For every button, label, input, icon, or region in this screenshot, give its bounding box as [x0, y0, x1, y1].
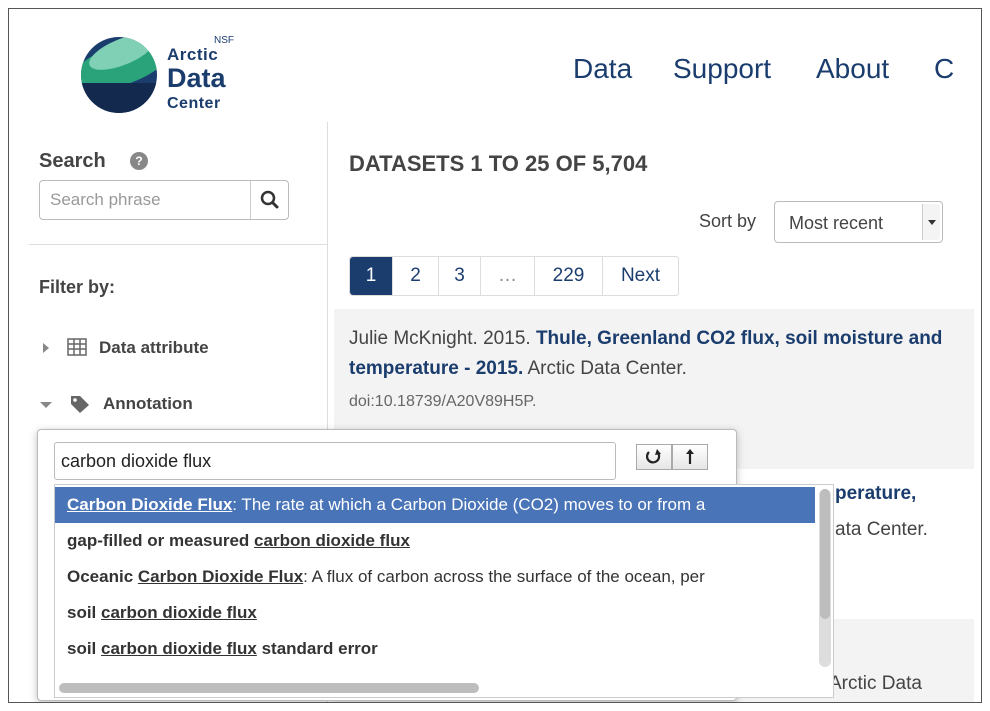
- result-2-title-fragment[interactable]: perature,: [835, 483, 916, 505]
- search-input[interactable]: [40, 181, 252, 219]
- nav-support[interactable]: Support: [673, 53, 771, 85]
- result-3-fragment: Arctic Data: [829, 673, 922, 694]
- logo-arctic-text: Arctic: [167, 45, 219, 64]
- help-icon[interactable]: ?: [130, 152, 148, 170]
- undo-button[interactable]: [636, 444, 672, 470]
- result-author: Julie McKnight. 2015.: [349, 328, 536, 349]
- nav-contact-truncated[interactable]: C: [934, 53, 954, 85]
- sidebar-divider: [29, 244, 327, 245]
- suggestion-item[interactable]: Oceanic Carbon Dioxide Flux: A flux of c…: [55, 559, 815, 595]
- page-229[interactable]: 229: [534, 257, 602, 295]
- page-2[interactable]: 2: [392, 257, 438, 295]
- suggestion-item[interactable]: soil carbon dioxide flux: [55, 595, 815, 631]
- filter-label: Annotation: [103, 394, 193, 413]
- search-label: Search: [39, 150, 106, 172]
- result-citation: Julie McKnight. 2015. Thule, Greenland C…: [349, 324, 949, 384]
- filter-data-attribute[interactable]: Data attribute: [39, 336, 319, 360]
- page-next[interactable]: Next: [602, 257, 678, 295]
- filter-label: Data attribute: [99, 338, 209, 357]
- page-ellipsis: …: [480, 257, 534, 295]
- result-doi[interactable]: doi:10.18739/A20V89H5P.: [349, 393, 536, 411]
- browser-frame: NSF Arctic Data Center Data Support Abou…: [8, 8, 982, 703]
- undo-icon: [646, 449, 661, 464]
- page-3[interactable]: 3: [438, 257, 480, 295]
- filter-by-label: Filter by:: [39, 277, 116, 297]
- table-icon: [67, 338, 87, 356]
- up-arrow-icon: [686, 449, 694, 464]
- annotation-popup: Carbon Dioxide Flux: The rate at which a…: [37, 429, 834, 701]
- tag-icon: [71, 396, 89, 413]
- suggestion-item[interactable]: gap-filled or measured carbon dioxide fl…: [55, 523, 815, 559]
- upload-button[interactable]: [672, 444, 708, 470]
- vertical-scrollbar[interactable]: [819, 489, 831, 667]
- nav-data[interactable]: Data: [573, 53, 632, 85]
- page-1[interactable]: 1: [350, 257, 392, 295]
- caret-right-icon: [43, 343, 49, 353]
- suggestion-list: Carbon Dioxide Flux: The rate at which a…: [54, 484, 834, 698]
- logo-data-text: Data: [167, 63, 226, 93]
- pagination: 1 2 3 … 229 Next: [349, 256, 679, 296]
- nav-about[interactable]: About: [816, 53, 889, 85]
- logo-emblem: [81, 37, 157, 113]
- vertical-scroll-thumb[interactable]: [820, 489, 830, 619]
- result-2-publisher-fragment: ata Center.: [835, 519, 928, 540]
- suggestion-item[interactable]: Carbon Dioxide Flux: The rate at which a…: [55, 487, 815, 523]
- result-publisher: Arctic Data Center.: [523, 358, 687, 379]
- sort-label: Sort by: [699, 211, 757, 231]
- annotation-input[interactable]: [55, 443, 615, 479]
- sort-select[interactable]: Most recent: [774, 201, 943, 243]
- caret-down-icon: [40, 402, 52, 408]
- results-count-title: DATASETS 1 TO 25 OF 5,704: [349, 151, 648, 176]
- filter-annotation[interactable]: Annotation: [39, 392, 319, 416]
- dropdown-arrow-icon: [922, 204, 940, 240]
- suggestion-item[interactable]: soil carbon dioxide flux standard error: [55, 631, 815, 667]
- search-button[interactable]: [250, 181, 288, 219]
- search-box: [39, 180, 289, 220]
- arctic-data-center-logo[interactable]: NSF Arctic Data Center: [79, 21, 249, 117]
- annotation-input-box: [54, 442, 616, 480]
- horizontal-scroll-thumb[interactable]: [59, 683, 479, 693]
- sort-selected-value: Most recent: [789, 213, 884, 233]
- logo-center-text: Center: [167, 95, 221, 112]
- search-icon: [260, 190, 279, 209]
